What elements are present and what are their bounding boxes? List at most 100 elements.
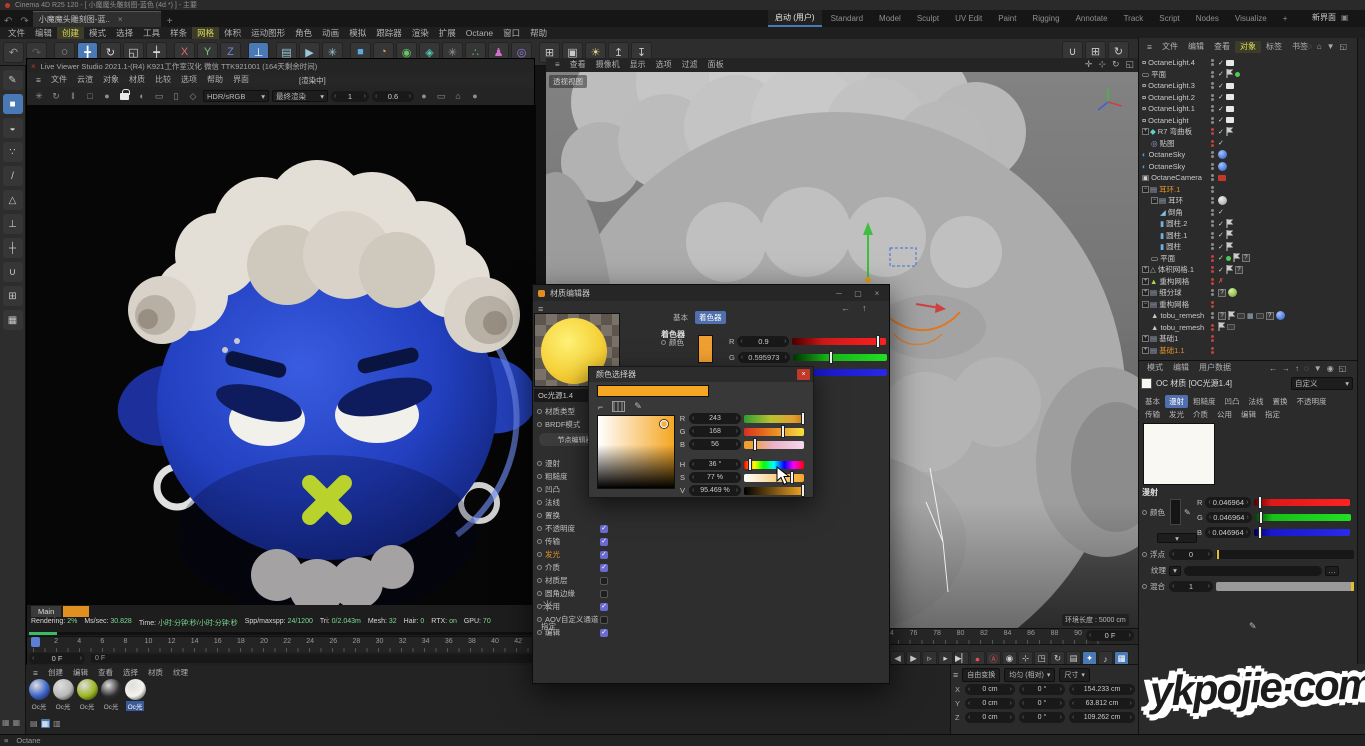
layer-dots[interactable] [1211, 71, 1214, 78]
up-icon[interactable]: ↑ [1295, 364, 1299, 373]
material-swatch[interactable] [1141, 378, 1152, 389]
object-label[interactable]: 耳环.1 [1159, 184, 1180, 195]
menu-帮助[interactable]: 帮助 [525, 27, 552, 39]
layer-dots[interactable] [1211, 220, 1214, 227]
object-label[interactable]: 细分球 [1159, 287, 1182, 298]
menu-icon[interactable]: ≡ [28, 667, 43, 679]
layer-dots[interactable] [1211, 186, 1214, 193]
lv-menu-材质[interactable]: 材质 [124, 74, 150, 86]
layout-tab-0[interactable]: 启动 (用户) [768, 10, 822, 27]
object-label[interactable]: OctaneLight [1148, 116, 1188, 125]
b-slider[interactable] [744, 441, 804, 449]
r-spinner[interactable]: ‹243› [689, 413, 741, 424]
object-label[interactable]: 耳环 [1168, 195, 1183, 206]
colorspace-dropdown[interactable]: HDR/sRGB▾ [203, 90, 269, 102]
enabled-check-icon[interactable]: ✓ [1218, 70, 1224, 78]
z-size-spinner[interactable]: ‹109.262 cm› [1069, 712, 1135, 723]
anim-dot[interactable] [537, 500, 542, 505]
channel-不透明度[interactable]: 不透明度✓ [534, 522, 624, 535]
checkbox-checked[interactable]: ✓ [600, 564, 608, 572]
material-editor-titlebar[interactable]: 材质编辑器 ─ ▢ × [533, 285, 889, 301]
object-label[interactable]: OctaneLight.4 [1148, 58, 1195, 67]
menu-体积[interactable]: 体积 [219, 27, 246, 39]
tree-row[interactable]: ¤OctaneLight.1✓ [1139, 103, 1357, 115]
texture-tag[interactable] [1218, 150, 1227, 159]
anim-dot[interactable] [1142, 584, 1147, 589]
forward-icon[interactable]: → [1282, 364, 1290, 373]
menu-选择[interactable]: 选择 [111, 27, 138, 39]
question-tag[interactable]: ? [1266, 312, 1274, 320]
preset-dropdown[interactable]: 自定义▾ [1291, 377, 1353, 390]
channel-发光[interactable]: 发光✓ [534, 548, 624, 561]
r-spinner[interactable]: ‹0.9› [737, 336, 789, 347]
layer-dots[interactable] [1211, 335, 1214, 342]
tree-row[interactable]: ¤OctaneLight.2✓ [1139, 92, 1357, 104]
anim-dot[interactable] [1142, 510, 1147, 515]
enabled-check-icon[interactable]: ✓ [1218, 128, 1224, 136]
model-mode-button[interactable]: ■ [3, 94, 23, 114]
material-picker-icon[interactable]: ◇ [186, 91, 200, 102]
layout-tab-8[interactable]: Track [1117, 12, 1151, 25]
list-view-icon[interactable]: ▤ [30, 719, 38, 728]
enabled-check-icon[interactable]: ✓ [1218, 266, 1224, 274]
anim-dot[interactable] [537, 565, 542, 570]
clay-mode-icon[interactable]: ◐ [135, 91, 149, 101]
tab-介质[interactable]: 介质 [1189, 408, 1212, 421]
tree-row[interactable]: ¤OctaneLight✓ [1139, 115, 1357, 127]
r-spinner[interactable]: ‹0.046964› [1205, 497, 1251, 508]
tab-不透明度[interactable]: 不透明度 [1293, 395, 1331, 408]
frame-track[interactable]: 0 F [91, 654, 533, 663]
layer-dots[interactable] [1211, 59, 1214, 66]
object-label[interactable]: OctaneSky [1149, 150, 1186, 159]
mats-menu-创建[interactable]: 创建 [43, 667, 68, 679]
up-icon[interactable]: ↑ [862, 303, 867, 313]
layer-dots[interactable] [1211, 140, 1214, 147]
r-slider[interactable] [1254, 499, 1350, 506]
tree-row[interactable]: ◎贴图✓ [1139, 138, 1357, 150]
object-label[interactable]: 基础1 [1159, 333, 1178, 344]
menu-创建[interactable]: 创建 [57, 27, 84, 39]
object-label[interactable]: OctaneSky [1149, 162, 1186, 171]
mats-menu-编辑[interactable]: 编辑 [68, 667, 93, 679]
tree-row[interactable]: +▤细分球? [1139, 287, 1357, 299]
texture-mode-button[interactable]: ◒ [3, 118, 23, 138]
tab-编辑[interactable]: 编辑 [1237, 408, 1260, 421]
rotate-view-icon[interactable]: ↻ [1112, 59, 1120, 70]
menu-样条[interactable]: 样条 [165, 27, 192, 39]
lock-resolution-icon[interactable] [120, 93, 129, 100]
channel-材质层[interactable]: 材质层 [534, 574, 624, 587]
y-rot-spinner[interactable]: ‹0 °› [1019, 698, 1065, 709]
question-tag[interactable]: ? [1235, 266, 1243, 274]
viewport-menu-显示[interactable]: 显示 [625, 59, 651, 71]
workplane-button[interactable]: ⊞ [3, 286, 23, 306]
close-icon[interactable]: × [797, 369, 810, 380]
enabled-check-icon[interactable]: ✓ [1218, 59, 1224, 67]
tab-传输[interactable]: 传输 [1141, 408, 1164, 421]
g-slider[interactable] [1255, 514, 1351, 521]
layer-dots[interactable] [1211, 278, 1214, 285]
tab-粗糙度[interactable]: 粗糙度 [1189, 395, 1220, 408]
viewport-menu-摄像机[interactable]: 摄像机 [591, 59, 625, 71]
subsample-spinner[interactable]: ‹1› [331, 91, 369, 102]
material-ball[interactable] [101, 679, 122, 700]
enabled-check-icon[interactable]: ✓ [1218, 116, 1224, 124]
b-spinner[interactable]: ‹56› [689, 439, 741, 450]
object-label[interactable]: 平面 [1160, 253, 1175, 264]
layer-dots[interactable] [1211, 232, 1214, 239]
tree-row[interactable]: +▤基础1 [1139, 333, 1357, 345]
tree-row[interactable]: ◢倒角✓ [1139, 207, 1357, 219]
viewport-menu-过滤[interactable]: 过滤 [677, 59, 703, 71]
checkbox-checked[interactable]: ✓ [600, 629, 608, 637]
enabled-check-icon[interactable]: ✓ [1218, 93, 1224, 101]
tab-漫射[interactable]: 漫射 [1165, 395, 1188, 408]
tree-row[interactable]: +△体积网格.1✓? [1139, 264, 1357, 276]
menu-工具[interactable]: 工具 [138, 27, 165, 39]
float-slider[interactable] [1216, 550, 1354, 559]
om-menu-查看[interactable]: 查看 [1209, 41, 1235, 53]
y-size-spinner[interactable]: ‹63.812 cm› [1069, 698, 1135, 709]
b-slider[interactable] [1254, 529, 1350, 536]
anim-dot[interactable] [537, 578, 542, 583]
back-icon[interactable]: ← [1269, 364, 1277, 373]
g-spinner[interactable]: ‹0.595973› [738, 352, 790, 363]
material-ball[interactable] [53, 679, 74, 700]
